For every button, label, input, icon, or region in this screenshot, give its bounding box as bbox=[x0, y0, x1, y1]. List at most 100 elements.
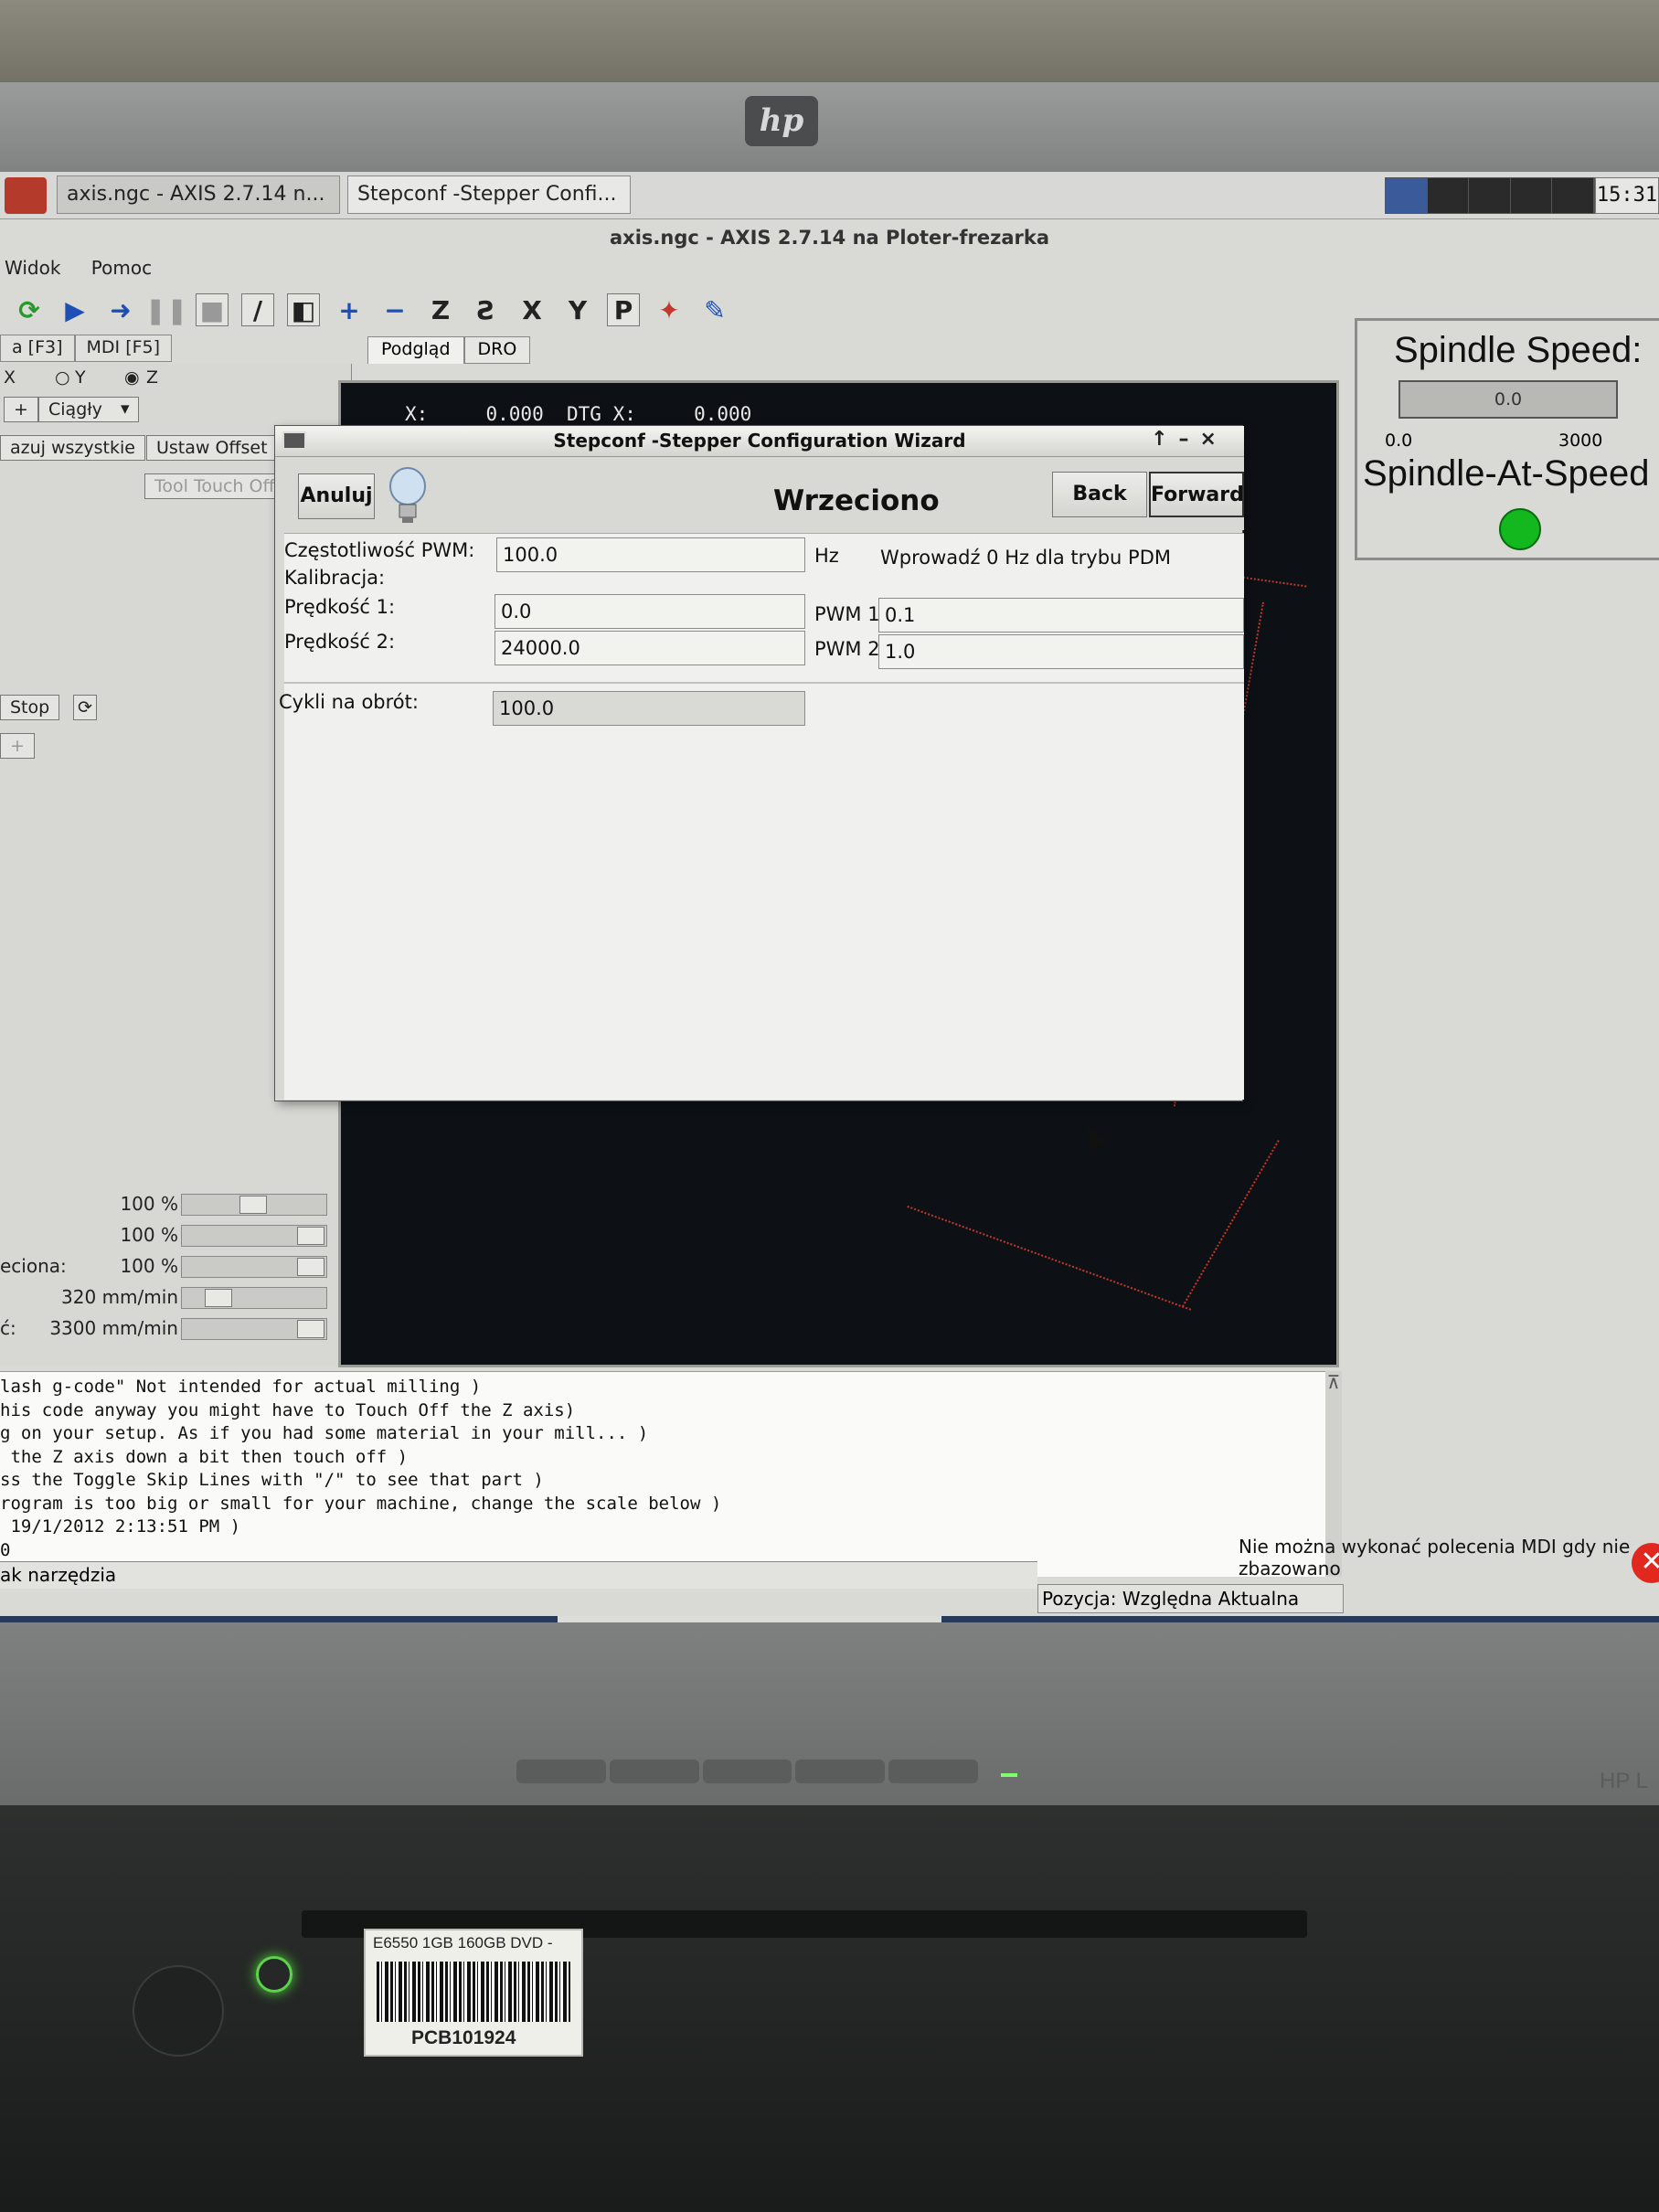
tab-mdi[interactable]: MDI [F5] bbox=[74, 335, 173, 362]
monitor-logo: hp bbox=[745, 96, 818, 146]
slider-thumb[interactable] bbox=[297, 1258, 324, 1276]
spindle-speed-bar: 0.0 bbox=[1398, 380, 1618, 419]
sticker-id-text: PCB101924 bbox=[411, 2027, 516, 2048]
forward-button[interactable]: Forward bbox=[1149, 472, 1244, 517]
speed1-input[interactable]: 0.0 bbox=[495, 594, 805, 629]
pc-power-button[interactable] bbox=[256, 1956, 292, 1993]
speed2-label: Prędkość 2: bbox=[284, 631, 396, 653]
dialog-separator bbox=[284, 682, 1244, 684]
reload-icon[interactable]: ⟳ bbox=[13, 293, 46, 326]
axis-radio-y[interactable]: Y bbox=[75, 367, 86, 388]
stepconf-dialog: Stepconf -Stepper Configuration Wizard ↑… bbox=[274, 425, 1244, 1101]
tab-podglad[interactable]: Podgląd bbox=[367, 336, 464, 364]
view-z-icon[interactable]: Z bbox=[424, 293, 457, 326]
override-value: 3300 mm/min bbox=[49, 1317, 178, 1339]
zero-all-button[interactable]: azuj wszystkie bbox=[0, 435, 145, 461]
task-stepconf-window[interactable]: Stepconf -Stepper Confi... bbox=[347, 175, 631, 214]
gcode-listing[interactable]: lash g-code" Not intended for actual mil… bbox=[0, 1371, 1339, 1583]
override-slider[interactable] bbox=[181, 1318, 327, 1340]
spindle-at-speed-title: Spindle-At-Speed bbox=[1363, 453, 1650, 494]
tab-manual[interactable]: a [F3] bbox=[0, 335, 75, 362]
toolpath-line bbox=[1182, 1140, 1280, 1307]
max-velocity-row: ć: 3300 mm/min bbox=[0, 1315, 352, 1343]
tab-dro[interactable]: DRO bbox=[463, 336, 531, 364]
rotate-view-icon[interactable]: ✦ bbox=[653, 293, 686, 326]
stop-icon[interactable]: ■ bbox=[196, 293, 229, 326]
spindle-panel: Spindle Speed: 0.0 0.0 3000 Spindle-At-S… bbox=[1355, 318, 1659, 560]
zoom-in-icon[interactable]: + bbox=[333, 293, 366, 326]
axis-radio-z-dot[interactable]: ◉ bbox=[124, 367, 140, 388]
override-slider[interactable] bbox=[181, 1194, 327, 1216]
override-value: 320 mm/min bbox=[61, 1286, 178, 1308]
menu-bar: Widok Pomoc bbox=[0, 252, 1659, 283]
step-icon[interactable]: ➜ bbox=[104, 293, 137, 326]
jog-plus-button[interactable]: + bbox=[4, 397, 38, 422]
sticker-spec-text: E6550 1GB 160GB DVD - bbox=[373, 1934, 553, 1951]
status-bar-position: Pozycja: Względna Aktualna bbox=[1037, 1584, 1344, 1613]
pwm-frequency-label: Częstotliwość PWM: bbox=[284, 539, 475, 561]
skip-lines-icon[interactable]: / bbox=[241, 293, 274, 326]
menu-pomoc[interactable]: Pomoc bbox=[91, 252, 152, 283]
taskbar: axis.ngc - AXIS 2.7.14 n... Stepconf -St… bbox=[0, 172, 1659, 219]
task-axis-window[interactable]: axis.ngc - AXIS 2.7.14 n... bbox=[57, 175, 340, 214]
override-value: 100 % bbox=[120, 1224, 178, 1246]
calibration-label: Kalibracja: bbox=[284, 567, 386, 589]
front-panel-ring bbox=[133, 1965, 224, 2057]
monitor-buttons[interactable] bbox=[516, 1760, 978, 1783]
override-slider[interactable] bbox=[181, 1287, 327, 1309]
axis-toolbar: ⟳ ▶ ➜ ❚❚ ■ / ◧ + − Z Ƨ X Y P ✦ ✎ bbox=[0, 286, 1353, 334]
run-icon[interactable]: ▶ bbox=[58, 293, 91, 326]
override-label: ć: bbox=[0, 1317, 16, 1339]
chevron-down-icon: ▾ bbox=[121, 399, 130, 419]
dialog-titlebar[interactable]: Stepconf -Stepper Configuration Wizard ↑… bbox=[275, 426, 1244, 457]
spindle-override-row: eciona: 100 % bbox=[0, 1253, 352, 1281]
speed2-input[interactable]: 24000.0 bbox=[495, 631, 805, 665]
view-x-icon[interactable]: X bbox=[516, 293, 548, 326]
dialog-body: Częstotliwość PWM: 100.0 Hz Wprowadź 0 H… bbox=[279, 533, 1244, 1100]
cycles-per-revolution-input[interactable]: 100.0 bbox=[493, 691, 805, 726]
pc-case bbox=[0, 1805, 1659, 2212]
cycles-per-revolution-label: Cykli na obrót: bbox=[279, 691, 419, 713]
set-offset-button[interactable]: Ustaw Offset bbox=[146, 435, 291, 461]
optional-stop-icon[interactable]: ◧ bbox=[287, 293, 320, 326]
override-value: 100 % bbox=[120, 1193, 178, 1215]
slider-thumb[interactable] bbox=[297, 1227, 324, 1245]
override-slider[interactable] bbox=[181, 1256, 327, 1278]
cancel-button[interactable]: Anuluj bbox=[298, 473, 375, 519]
left-tabs: a [F3] MDI [F5] bbox=[0, 335, 173, 362]
pwm2-label: PWM 2: bbox=[814, 638, 887, 660]
clear-plot-icon[interactable]: ✎ bbox=[698, 293, 731, 326]
view-rotated-z-icon[interactable]: Ƨ bbox=[470, 293, 503, 326]
start-menu-icon[interactable] bbox=[5, 177, 47, 214]
slider-thumb[interactable] bbox=[205, 1289, 232, 1307]
view-y-icon[interactable]: Y bbox=[561, 293, 594, 326]
spindle-stop-button[interactable]: Stop bbox=[0, 695, 60, 720]
dialog-title: Stepconf -Stepper Configuration Wizard bbox=[553, 430, 966, 452]
barcode bbox=[377, 1962, 570, 2022]
spindle-at-speed-led bbox=[1499, 508, 1541, 550]
spindle-minus-button[interactable]: + bbox=[0, 733, 35, 759]
workspace-pager[interactable] bbox=[1385, 177, 1595, 214]
spindle-reverse-icon[interactable]: ⟳ bbox=[73, 695, 97, 720]
slider-thumb[interactable] bbox=[239, 1196, 267, 1214]
override-slider[interactable] bbox=[181, 1225, 327, 1247]
axis-radio-x[interactable]: X bbox=[4, 367, 16, 388]
spindle-speed-title: Spindle Speed: bbox=[1394, 330, 1643, 370]
zoom-out-icon[interactable]: − bbox=[378, 293, 411, 326]
dialog-header: Anuluj Wrzeciono Back Forward bbox=[275, 457, 1244, 530]
window-controls[interactable]: ↑–× bbox=[1151, 428, 1228, 451]
wizard-page-heading: Wrzeciono bbox=[773, 484, 940, 517]
slider-thumb[interactable] bbox=[297, 1320, 324, 1338]
feed-override-row: 100 % bbox=[0, 1191, 352, 1218]
pwm1-input[interactable]: 0.1 bbox=[878, 598, 1244, 633]
back-button[interactable]: Back bbox=[1052, 472, 1147, 517]
pdm-hint: Wprowadź 0 Hz dla trybu PDM bbox=[880, 547, 1171, 569]
axis-radio-y-dot[interactable]: ○ bbox=[55, 367, 70, 388]
pause-icon[interactable]: ❚❚ bbox=[145, 293, 188, 326]
menu-widok[interactable]: Widok bbox=[5, 252, 60, 283]
pwm2-input[interactable]: 1.0 bbox=[878, 634, 1244, 669]
view-perspective-icon[interactable]: P bbox=[607, 293, 640, 326]
axis-radio-z[interactable]: Z bbox=[146, 367, 158, 388]
jog-speed-row: 320 mm/min bbox=[0, 1284, 352, 1312]
pwm-frequency-input[interactable]: 100.0 bbox=[496, 537, 805, 572]
